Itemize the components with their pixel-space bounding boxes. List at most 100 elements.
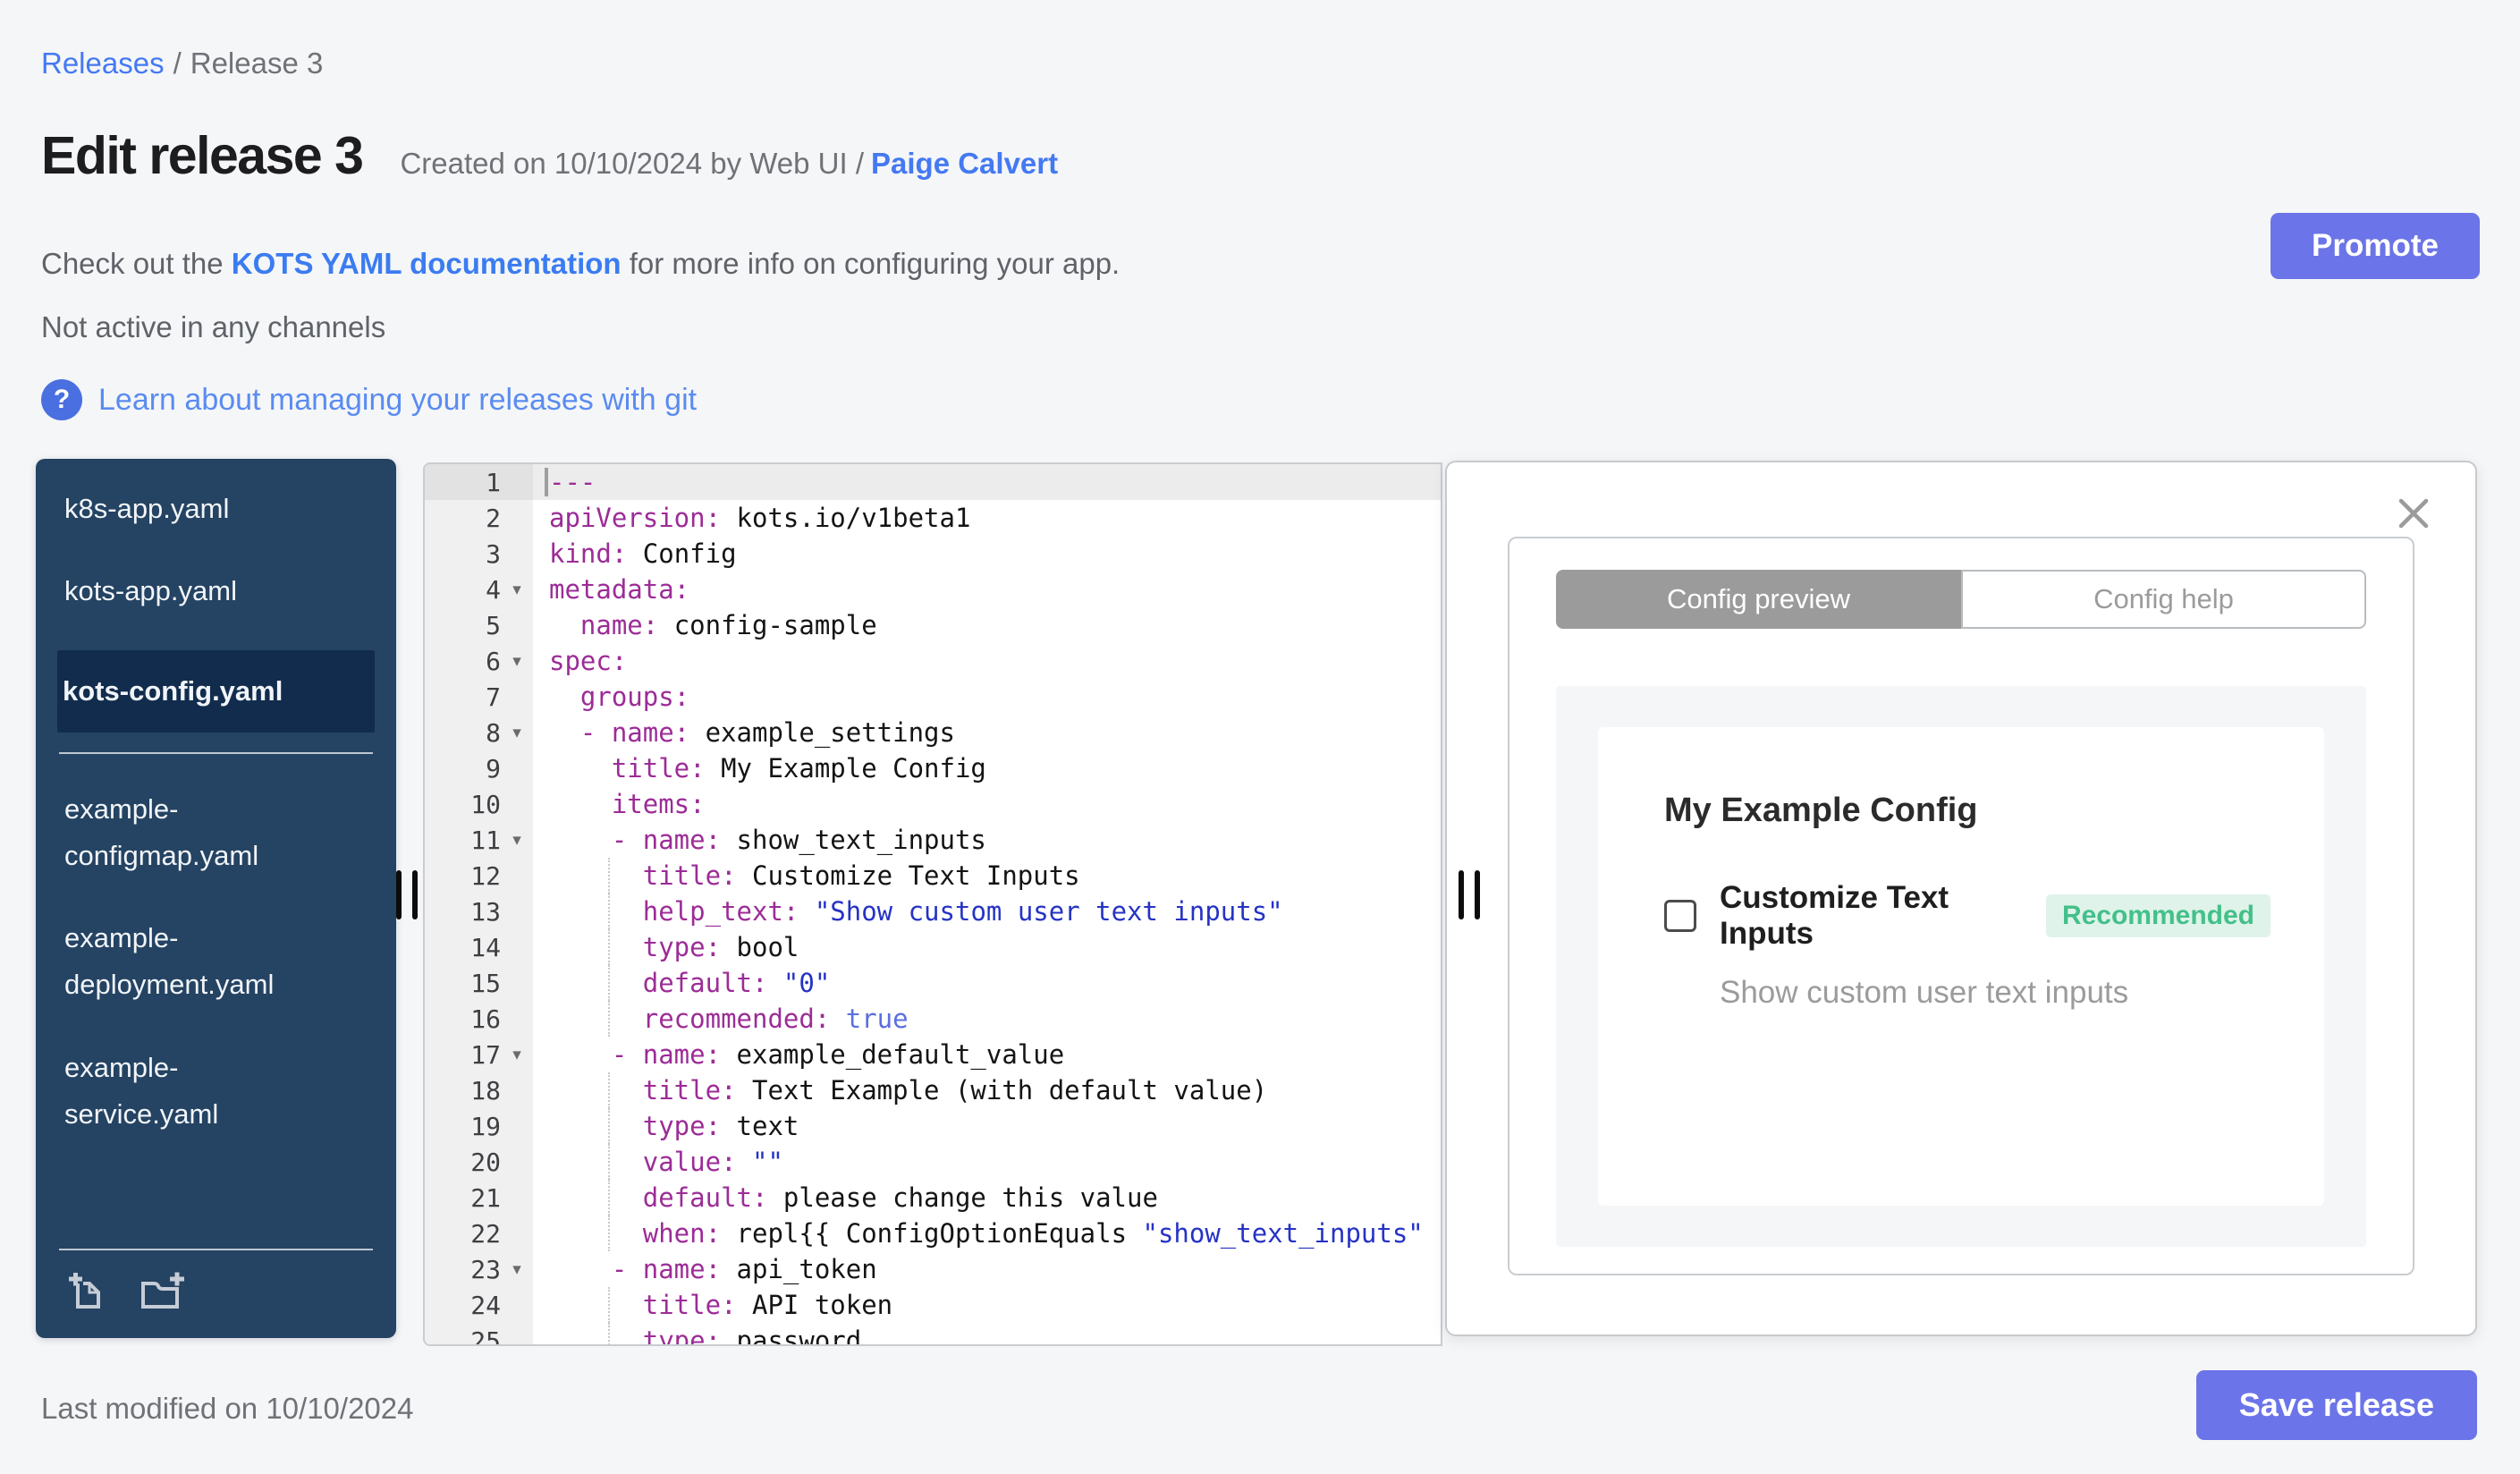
code-line-12[interactable]: 12 title: Customize Text Inputs [425,858,1441,894]
edit-release-page: Releases / Release 3 Edit release 3 Create… [0,0,2520,1474]
fold-arrow-icon[interactable]: ▾ [501,651,533,672]
fold-arrow-icon[interactable]: ▾ [501,1259,533,1280]
config-item-row: Customize Text Inputs Recommended [1664,880,2271,952]
pane-resize-handle-left[interactable] [396,870,418,919]
code-line-24[interactable]: 24 title: API token [425,1287,1441,1323]
code-line-1[interactable]: 1 --- [425,464,1441,500]
gutter-line-19: 19 [425,1108,533,1144]
indent-guide [608,1216,610,1251]
file-tree-actions [59,1250,373,1317]
fold-arrow-icon[interactable]: ▾ [501,830,533,851]
page-title: Edit release 3 [41,126,364,185]
code-line-9[interactable]: 9 title: My Example Config [425,750,1441,786]
pane-resize-handle-right[interactable] [1459,870,1480,919]
config-preview-panel: Config preview Config help My Example Co… [1445,461,2477,1336]
file-tree-divider [59,752,373,755]
breadcrumb-releases-link[interactable]: Releases [41,47,165,80]
close-panel-button[interactable] [2391,491,2436,536]
code-line-11[interactable]: 11 ▾ - name: show_text_inputs [425,822,1441,858]
config-preview-area: My Example Config Customize Text Inputs … [1556,686,2366,1247]
indent-guide [608,1144,610,1180]
indent-guide [608,965,610,1001]
code-line-18[interactable]: 18 title: Text Example (with default val… [425,1072,1441,1108]
add-file-button[interactable] [64,1272,106,1313]
gutter-line-25: 25 [425,1323,533,1344]
gutter-line-8: 8 ▾ [425,715,533,750]
fold-arrow-icon[interactable]: ▾ [501,1045,533,1065]
created-author-link[interactable]: Paige Calvert [871,147,1058,180]
gutter-line-16: 16 [425,1001,533,1037]
gutter-line-4: 4 ▾ [425,572,533,607]
code-line-19[interactable]: 19 type: text [425,1108,1441,1144]
code-line-15[interactable]: 15 default: "0" [425,965,1441,1001]
code-line-8[interactable]: 8 ▾ - name: example_settings [425,715,1441,750]
code-line-17[interactable]: 17 ▾ - name: example_default_value [425,1037,1441,1072]
code-line-2[interactable]: 2 apiVersion: kots.io/v1beta1 [425,500,1441,536]
gutter-line-11: 11 ▾ [425,822,533,858]
gutter-line-10: 10 [425,786,533,822]
breadcrumb-current: Release 3 [190,47,324,80]
gutter-line-1: 1 [425,464,533,500]
customize-text-inputs-checkbox[interactable] [1664,900,1696,932]
promote-button[interactable]: Promote [2271,213,2480,279]
add-folder-button[interactable] [140,1272,186,1313]
git-releases-link[interactable]: Learn about managing your releases with … [98,383,697,418]
code-line-5[interactable]: 5 name: config-sample [425,607,1441,643]
file-tree-sidebar: k8s-app.yaml kots-app.yaml kots-config.yam… [36,459,396,1338]
code-line-4[interactable]: 4 ▾ metadata: [425,572,1441,607]
gutter-line-20: 20 [425,1144,533,1180]
file-item-kots-config.yaml[interactable]: kots-config.yaml [57,650,375,733]
gutter-line-18: 18 [425,1072,533,1108]
file-list-main: k8s-app.yaml kots-app.yaml kots-config.yam… [57,486,375,733]
tab-config-preview[interactable]: Config preview [1556,570,1961,629]
indent-guide [608,1323,610,1344]
file-item-k8s-app.yaml[interactable]: k8s-app.yaml [59,486,346,532]
config-preview-card: Config preview Config help My Example Co… [1508,537,2414,1275]
indent-guide [608,1072,610,1108]
tab-config-help[interactable]: Config help [1961,570,2366,629]
yaml-code-editor[interactable]: 1 --- 2 apiVersion: kots.io/v1beta1 3 kind: C… [423,462,1442,1346]
recommended-badge: Recommended [2045,894,2271,937]
channel-status: Not active in any channels [41,310,386,343]
file-plus-icon [69,1273,100,1309]
close-icon [2398,498,2429,529]
code-line-22[interactable]: 22 when: repl{{ ConfigOptionEquals "show… [425,1216,1441,1251]
doc-info-line: Check out the KOTS YAML documentation fo… [41,247,1120,281]
code-line-14[interactable]: 14 type: bool [425,929,1441,965]
help-circle-icon: ? [41,379,82,420]
gutter-line-23: 23 ▾ [425,1251,533,1287]
fold-arrow-icon[interactable]: ▾ [501,723,533,743]
code-line-23[interactable]: 23 ▾ - name: api_token [425,1251,1441,1287]
code-line-3[interactable]: 3 kind: Config [425,536,1441,572]
save-release-button[interactable]: Save release [2195,1370,2477,1440]
code-line-10[interactable]: 10 items: [425,786,1441,822]
kots-yaml-doc-link[interactable]: KOTS YAML documentation [232,247,622,280]
gutter-line-24: 24 [425,1287,533,1323]
config-item-help-text: Show custom user text inputs [1720,975,2129,1010]
file-item-example-service.yaml[interactable]: example-service.yaml [59,1045,346,1138]
indent-guide [608,858,610,894]
fold-arrow-icon[interactable]: ▾ [501,580,533,600]
title-row: Edit release 3 Created on 10/10/2024 by … [41,125,1058,186]
config-tabs: Config preview Config help [1556,570,2366,629]
code-line-6[interactable]: 6 ▾ spec: [425,643,1441,679]
breadcrumb: Releases / Release 3 [41,47,323,80]
file-item-kots-app.yaml[interactable]: kots-app.yaml [59,568,346,614]
config-group-card: My Example Config Customize Text Inputs … [1598,727,2324,1206]
code-line-13[interactable]: 13 help_text: "Show custom user text inp… [425,894,1441,929]
file-list-other: example-configmap.yaml example-deployment… [59,786,373,1173]
code-line-16[interactable]: 16 recommended: true [425,1001,1441,1037]
gutter-line-22: 22 [425,1216,533,1251]
config-item-label: Customize Text Inputs [1720,880,1949,951]
code-line-21[interactable]: 21 default: please change this value [425,1180,1441,1216]
file-item-example-configmap.yaml[interactable]: example-configmap.yaml [59,786,346,879]
gutter-line-3: 3 [425,536,533,572]
indent-guide [608,894,610,929]
breadcrumb-separator: / [173,47,182,80]
code-line-25[interactable]: 25 type: password [425,1323,1441,1344]
indent-guide [608,1180,610,1216]
gutter-line-9: 9 [425,750,533,786]
code-line-7[interactable]: 7 groups: [425,679,1441,715]
code-line-20[interactable]: 20 value: "" [425,1144,1441,1180]
file-item-example-deployment.yaml[interactable]: example-deployment.yaml [59,915,346,1008]
